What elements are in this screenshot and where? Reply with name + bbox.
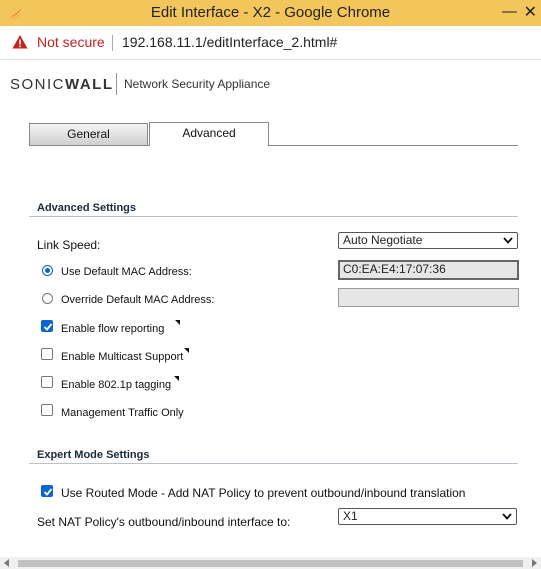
default-mac-field: C0:EA:E4:17:07:36 [338,260,519,280]
tagging-label: Enable 802.1p tagging [61,379,172,391]
routed-mode-checkbox[interactable] [41,485,53,497]
tab-baseline [29,145,518,146]
nat-interface-label: Set NAT Policy's outbound/inbound interf… [37,515,291,529]
advanced-settings-title: Advanced Settings [37,202,137,214]
override-mac-label: Override Default MAC Address: [61,294,215,306]
info-marker-icon[interactable] [174,376,179,381]
product-name: Network Security Appliance [124,77,271,91]
tagging-checkbox[interactable] [41,376,53,388]
checkmark-icon [43,488,53,496]
header-divider [116,73,117,95]
minimize-icon[interactable]: — [502,3,517,20]
close-icon[interactable]: ✕ [524,2,537,22]
flow-reporting-checkbox[interactable] [41,320,53,332]
use-default-mac-label: Use Default MAC Address: [61,266,192,278]
use-default-mac-radio[interactable] [42,265,53,276]
override-mac-field[interactable] [338,288,519,307]
scrollbar-thumb[interactable] [18,560,523,567]
chevron-down-icon [502,513,512,520]
link-speed-select[interactable]: Auto Negotiate [338,232,518,249]
tab-general[interactable]: General [29,123,148,145]
link-speed-label: Link Speed: [37,238,101,252]
brand-right: WALL [65,76,114,93]
address-bar[interactable]: Not secure 192.168.11.1/editInterface_2.… [0,26,541,60]
mgmt-traffic-label: Management Traffic Only [61,407,184,419]
info-marker-icon[interactable] [175,320,180,325]
warning-icon[interactable] [12,34,28,50]
scroll-left-icon[interactable] [4,559,9,567]
checkmark-icon [43,323,53,331]
brand-left: SONIC [10,76,66,93]
info-marker-icon[interactable] [184,348,189,353]
mgmt-traffic-checkbox[interactable] [41,404,53,416]
expert-settings-divider [29,463,518,464]
horizontal-scrollbar[interactable] [0,557,541,569]
link-speed-value: Auto Negotiate [343,233,423,247]
multicast-label: Enable Multicast Support [61,351,184,363]
override-mac-radio[interactable] [42,293,53,304]
flow-reporting-label: Enable flow reporting [61,323,165,335]
security-status[interactable]: Not secure [37,34,105,50]
window-title: Edit Interface - X2 - Google Chrome [150,4,391,21]
tab-advanced[interactable]: Advanced [149,122,269,146]
nat-interface-value: X1 [343,509,358,523]
address-divider [112,35,113,51]
multicast-checkbox[interactable] [41,348,53,360]
url-text[interactable]: 192.168.11.1/editInterface_2.html# [122,34,337,50]
routed-mode-label: Use Routed Mode - Add NAT Policy to prev… [61,486,466,500]
expert-settings-title: Expert Mode Settings [37,449,150,461]
window-titlebar: Edit Interface - X2 - Google Chrome — ✕ [0,0,541,26]
nat-interface-select[interactable]: X1 [338,508,517,525]
scroll-right-icon[interactable] [532,559,537,567]
chevron-down-icon [503,237,513,244]
sonicwall-logo: SONICWALL [10,76,114,93]
advanced-settings-divider [29,216,518,217]
